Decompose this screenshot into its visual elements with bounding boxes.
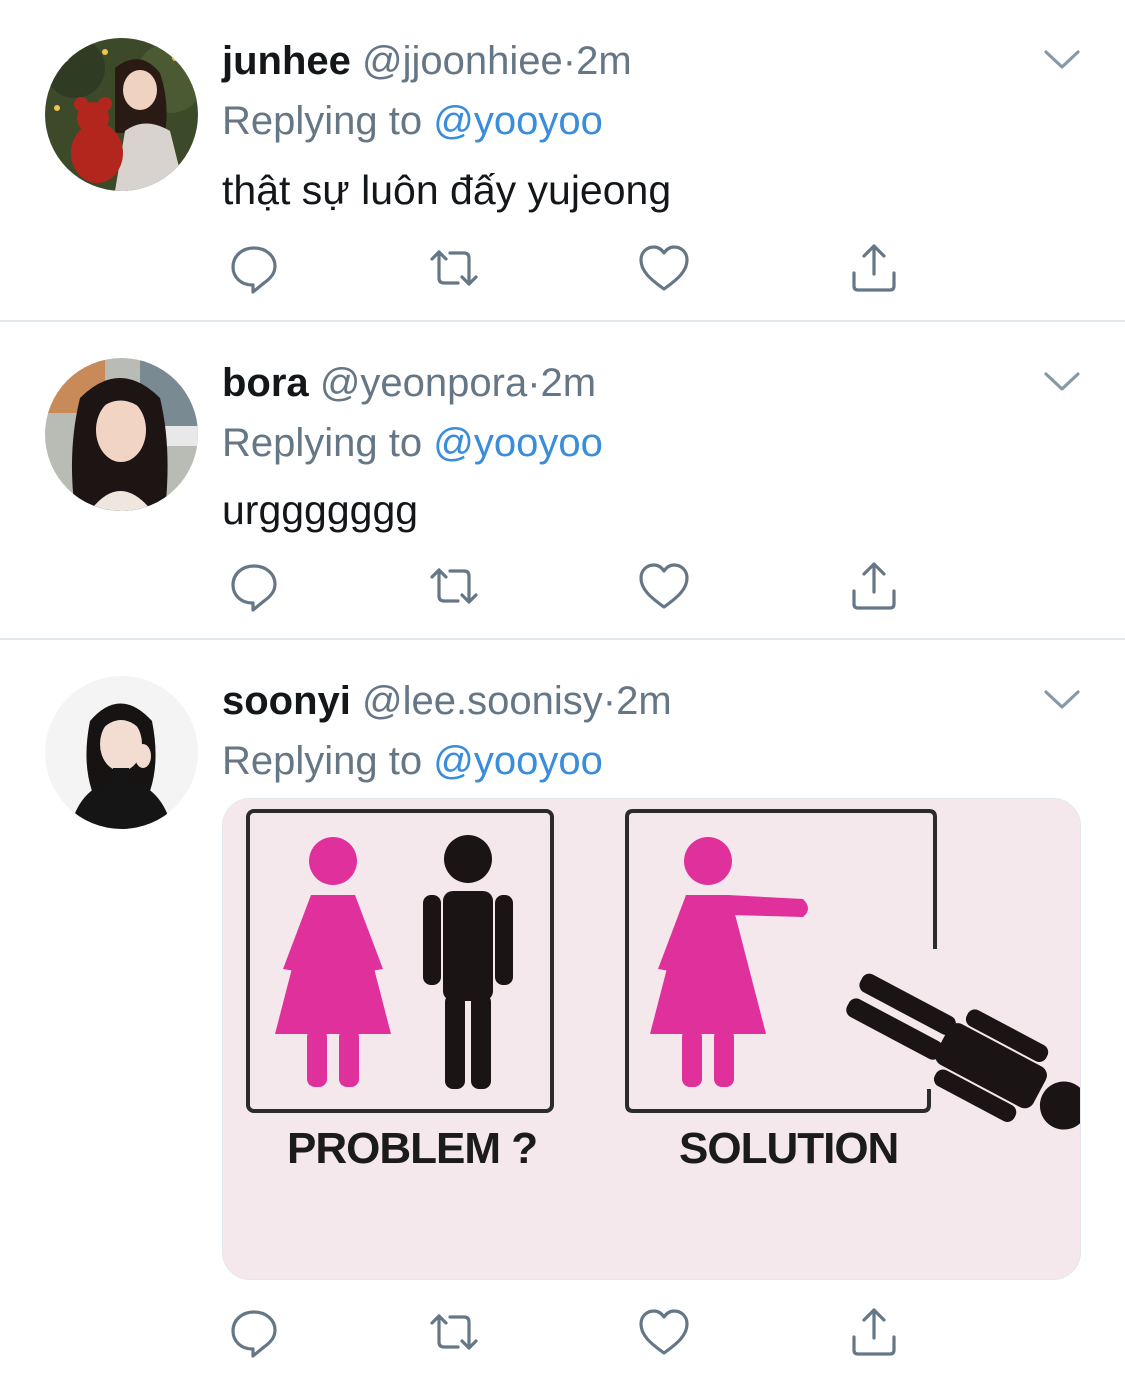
separator-dot: ·	[562, 39, 577, 83]
replying-prefix: Replying to	[222, 421, 423, 465]
separator-dot: ·	[527, 361, 541, 405]
timestamp[interactable]: 2m	[616, 679, 672, 723]
display-name[interactable]: soonyi	[222, 679, 351, 723]
tweet[interactable]: bora @yeonpora·2m Replying to @yooyoo ur…	[0, 322, 1125, 640]
user-handle[interactable]: @jjoonhiee	[362, 39, 563, 83]
chevron-down-icon[interactable]	[1043, 688, 1081, 712]
chevron-down-icon[interactable]	[1043, 370, 1081, 394]
tweet-header: bora @yeonpora·2m	[222, 360, 596, 406]
replying-prefix: Replying to	[222, 99, 423, 143]
chevron-down-icon[interactable]	[1043, 48, 1081, 72]
display-name[interactable]: bora	[222, 361, 309, 405]
tweet[interactable]: soonyi @lee.soonisy·2m Replying to @yooy…	[0, 640, 1125, 1384]
share-icon[interactable]	[846, 1304, 902, 1360]
retweet-icon[interactable]	[426, 240, 482, 296]
tweet-header: soonyi @lee.soonisy·2m	[222, 678, 672, 724]
reply-icon[interactable]	[226, 558, 282, 614]
separator-dot: ·	[602, 679, 617, 723]
tweet-actions	[222, 558, 922, 614]
replying-to: Replying to @yooyoo	[222, 738, 603, 784]
retweet-icon[interactable]	[426, 1304, 482, 1360]
retweet-icon[interactable]	[426, 558, 482, 614]
tweet-text: urggggggg	[222, 487, 419, 533]
user-handle[interactable]: @lee.soonisy	[362, 679, 603, 723]
replying-to: Replying to @yooyoo	[222, 420, 603, 466]
meme-label-right: SOLUTION	[679, 1124, 899, 1173]
tweet[interactable]: junhee @jjoonhiee·2m Replying to @yooyoo…	[0, 0, 1125, 322]
share-icon[interactable]	[846, 240, 902, 296]
replying-prefix: Replying to	[222, 739, 423, 783]
mention-link[interactable]: @yooyoo	[433, 99, 603, 143]
avatar[interactable]	[45, 38, 198, 191]
reply-icon[interactable]	[226, 1304, 282, 1360]
mention-link[interactable]: @yooyoo	[433, 739, 603, 783]
display-name[interactable]: junhee	[222, 39, 351, 83]
tweet-header: junhee @jjoonhiee·2m	[222, 38, 632, 84]
tweet-text: thật sự luôn đấy yujeong	[222, 167, 672, 213]
share-icon[interactable]	[846, 558, 902, 614]
tweet-actions	[222, 1304, 922, 1360]
tweet-actions	[222, 240, 922, 296]
timestamp[interactable]: 2m	[541, 361, 597, 405]
heart-icon[interactable]	[636, 240, 692, 296]
meme-label-left: PROBLEM ?	[287, 1124, 538, 1173]
user-handle[interactable]: @yeonpora	[320, 361, 527, 405]
timestamp[interactable]: 2m	[576, 39, 632, 83]
avatar[interactable]	[45, 358, 198, 511]
reply-icon[interactable]	[226, 240, 282, 296]
replying-to: Replying to @yooyoo	[222, 98, 603, 144]
mention-link[interactable]: @yooyoo	[433, 421, 603, 465]
heart-icon[interactable]	[636, 558, 692, 614]
tweet-media-image[interactable]: PROBLEM ? SOLUTION	[222, 798, 1081, 1280]
heart-icon[interactable]	[636, 1304, 692, 1360]
avatar[interactable]	[45, 676, 198, 829]
